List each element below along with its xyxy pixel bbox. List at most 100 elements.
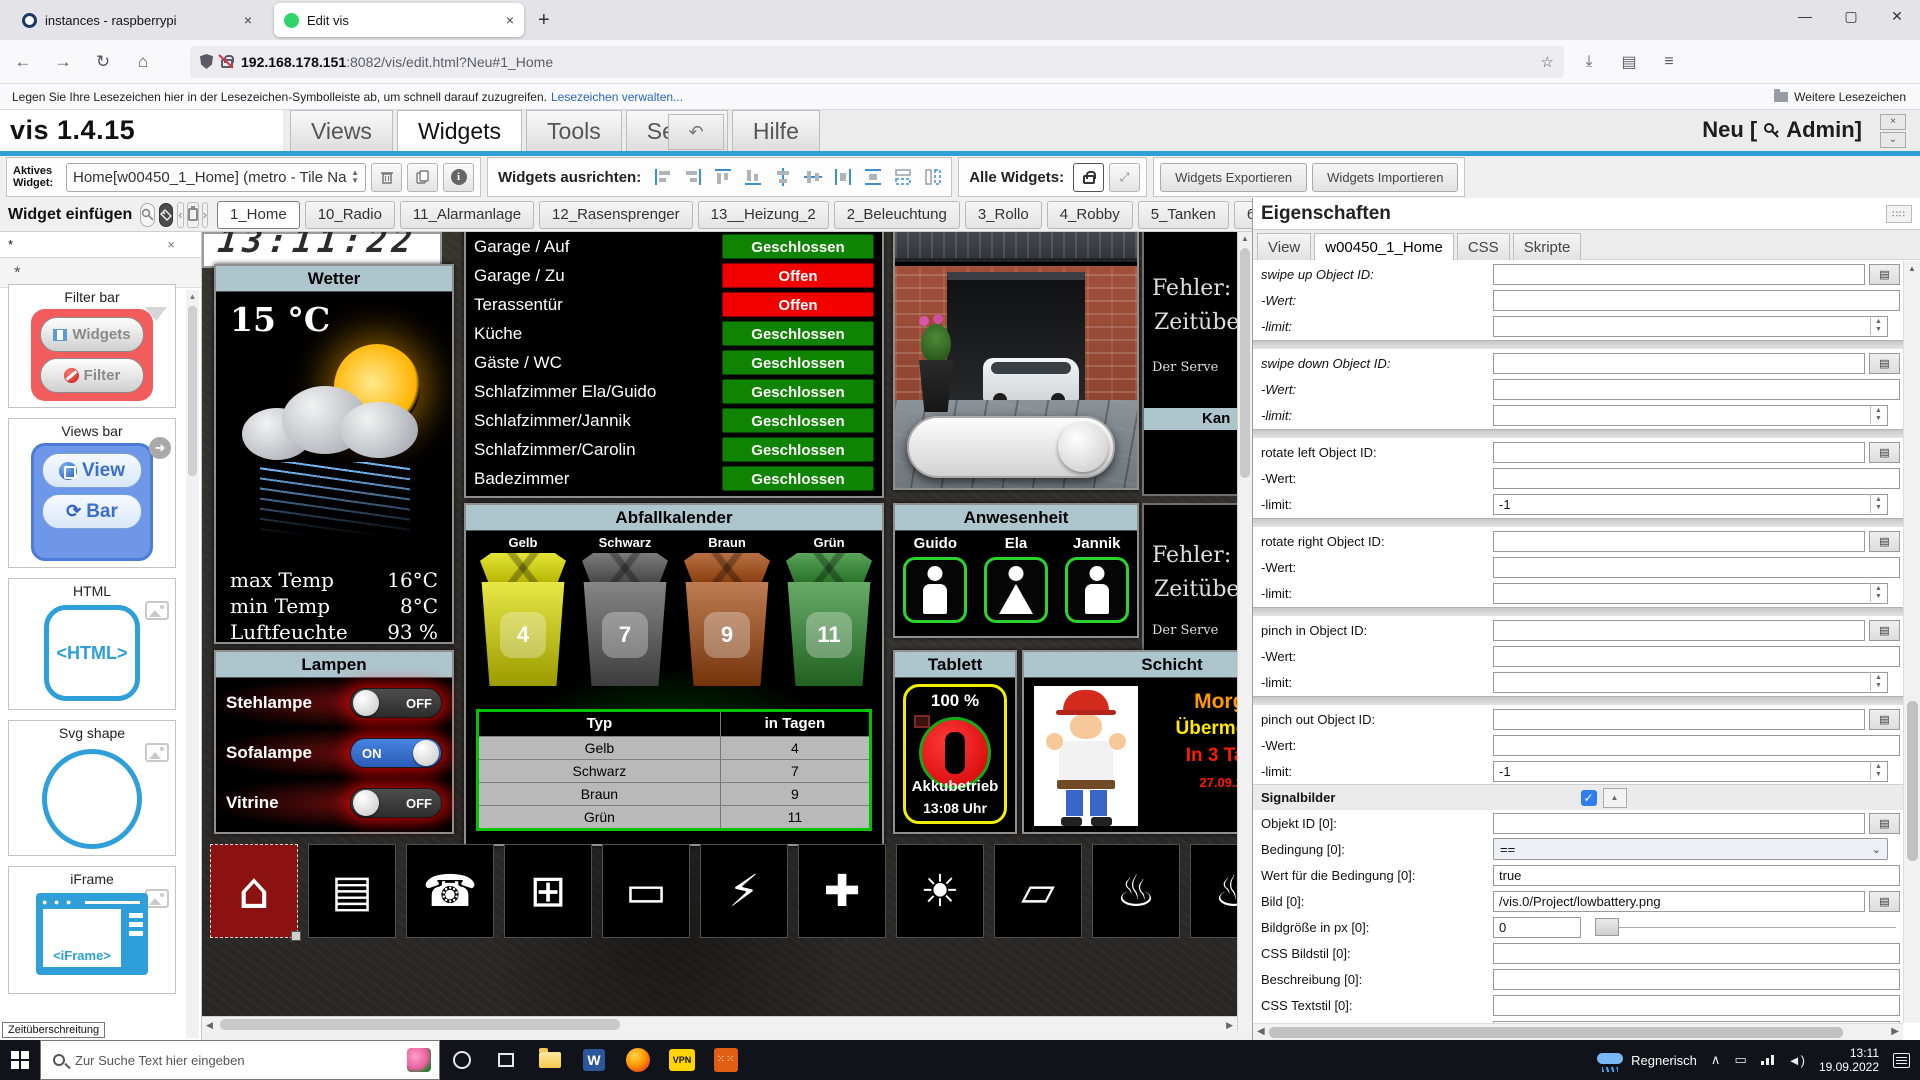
properties-horizontal-scrollbar[interactable]: ◀▶ [1253,1023,1903,1040]
lamp-toggle[interactable]: ON [350,738,442,768]
widgets-export-button[interactable]: Widgets Exportieren [1160,163,1307,192]
properties-vertical-scrollbar[interactable]: ▲ [1903,261,1920,1023]
widget-card-filter-bar[interactable]: Filter bar Widgets Filter [8,284,176,408]
dashboard-nav-tile[interactable]: ▭ [602,844,690,938]
vis-menu-item[interactable]: Views [290,110,393,151]
weather-widget[interactable]: Wetter 15 °C max Temp16°C min Temp8°C Lu… [214,264,454,644]
slider-knob[interactable] [1595,918,1619,936]
property-input[interactable] [1493,735,1900,756]
object-id-picker-button[interactable]: ▤ [1869,891,1900,912]
search-widget-button[interactable] [140,203,155,227]
door-status-badge[interactable]: Offen [722,263,874,288]
garage-door-toggle[interactable] [907,416,1115,478]
view-tab[interactable]: 12_Rasensprenger [539,201,693,229]
canvas-horizontal-scrollbar[interactable]: ◀▶ [202,1016,1237,1032]
property-input[interactable] [1493,405,1888,426]
property-input[interactable] [1493,316,1888,337]
vis-menu-item[interactable]: Hilfe [732,110,820,151]
view-tab[interactable]: 11_Alarmanlage [400,201,534,229]
panel-close-button[interactable]: × [1880,114,1906,130]
property-input[interactable] [1493,442,1865,463]
prev-view-button[interactable]: ‹ [177,202,183,228]
slider-track[interactable] [1619,927,1896,928]
bookmark-star-icon[interactable]: ☆ [1541,53,1554,71]
door-status-badge[interactable]: Geschlossen [722,321,874,346]
object-id-picker-button[interactable]: ▤ [1869,709,1900,730]
align-bottom-icon[interactable] [740,165,765,190]
library-icon[interactable]: ▤ [1614,52,1644,72]
object-id-picker-button[interactable]: ▤ [1869,531,1900,552]
insecure-lock-icon[interactable] [221,59,233,68]
search-highlight-icon[interactable] [407,1048,431,1072]
view-tab[interactable]: 2_Beleuchtung [834,201,960,229]
property-input[interactable] [1493,620,1865,641]
taskbar-search[interactable]: Zur Suche Text hier eingeben [40,1040,440,1080]
view-tab[interactable]: 1_Home [217,201,300,229]
section-collapse-button[interactable]: ▲ [1603,788,1627,808]
object-id-picker-button[interactable]: ▤ [1869,353,1900,374]
undo-button[interactable]: ↶ [668,114,724,150]
property-input[interactable]: -1 [1493,761,1888,782]
clear-filter-icon[interactable]: × [167,237,175,252]
properties-tab[interactable]: View [1257,233,1311,260]
lamp-toggle[interactable]: OFF [350,788,442,818]
distribute-horizontal-icon[interactable] [830,165,855,190]
view-tab[interactable]: 4_Robby [1047,201,1133,229]
other-bookmarks[interactable]: Weitere Lesezeichen [1774,90,1906,104]
manage-bookmarks-link[interactable]: Lesezeichen verwalten... [551,90,683,104]
property-input[interactable]: /vis.0/Project/lowbattery.png [1493,891,1865,912]
widget-card-iframe[interactable]: iFrame ● ● ● <iFrame> [8,866,176,994]
dashboard-nav-tile[interactable]: ☎ [406,844,494,938]
align-top-icon[interactable] [710,165,735,190]
canvas-vertical-scrollbar[interactable]: ▲ [1237,232,1252,1032]
vis-menu-item[interactable]: Widgets [397,110,522,151]
back-icon[interactable]: ← [6,47,40,77]
property-input[interactable] [1493,583,1888,604]
property-input[interactable] [1493,709,1865,730]
url-bar[interactable]: 192.168.178.151:8082/vis/edit.html?Neu#1… [190,46,1564,78]
panel-collapse-button[interactable]: ⌄ [1880,132,1906,148]
tab-close-icon[interactable]: × [244,12,252,28]
person-icon[interactable] [984,557,1048,623]
door-status-badge[interactable]: Geschlossen [722,350,874,375]
property-input[interactable] [1493,646,1900,667]
property-input[interactable] [1493,468,1900,489]
spinner-icon[interactable]: ▲▼ [1870,583,1886,602]
clock-widget[interactable]: 13:11:22 [202,232,442,268]
window-minimize-button[interactable]: — [1782,0,1828,34]
property-select[interactable]: ==⌄ [1493,838,1888,860]
same-height-icon[interactable] [920,165,945,190]
properties-tab[interactable]: Skripte [1513,233,1582,260]
properties-tab[interactable]: w00450_1_Home [1314,233,1454,260]
center-vertical-icon[interactable] [770,165,795,190]
door-status-badge[interactable]: Geschlossen [722,379,874,404]
property-input[interactable] [1493,264,1865,285]
property-input[interactable] [1493,943,1900,964]
lamp-toggle[interactable]: OFF [350,688,442,718]
center-horizontal-icon[interactable] [800,165,825,190]
volume-icon[interactable]: ◄) [1788,1053,1805,1068]
toggle-knob[interactable] [1058,422,1108,472]
window-close-button[interactable]: ✕ [1874,0,1920,34]
lock-widgets-button[interactable] [1073,163,1104,192]
object-id-picker-button[interactable]: ▤ [1869,442,1900,463]
hidden-icons-chevron[interactable]: ∧ [1711,1052,1721,1068]
align-left-icon[interactable] [650,165,675,190]
property-input[interactable] [1493,379,1900,400]
tracking-shield-icon[interactable] [200,54,213,69]
dashboard-nav-tile[interactable]: ⚡ [700,844,788,938]
window-maximize-button[interactable]: ▢ [1828,0,1874,34]
spinner-icon[interactable]: ▲▼ [1870,405,1886,424]
delete-widget-button[interactable] [371,163,402,192]
taskbar-weather[interactable]: Regnerisch [1597,1051,1697,1069]
object-id-picker-button[interactable]: ▤ [1869,813,1900,834]
menu-icon[interactable]: ≡ [1654,53,1684,71]
door-status-badge[interactable]: Geschlossen [722,466,874,491]
file-explorer-button[interactable] [528,1040,572,1080]
object-id-picker-button[interactable]: ▤ [1869,264,1900,285]
property-input[interactable] [1493,969,1900,990]
dashboard-nav-tile[interactable]: ▱ [994,844,1082,938]
property-input[interactable] [1493,995,1900,1016]
property-mini-input[interactable]: 0 [1493,917,1581,938]
app-button[interactable]: ⁙⁙ [704,1040,748,1080]
